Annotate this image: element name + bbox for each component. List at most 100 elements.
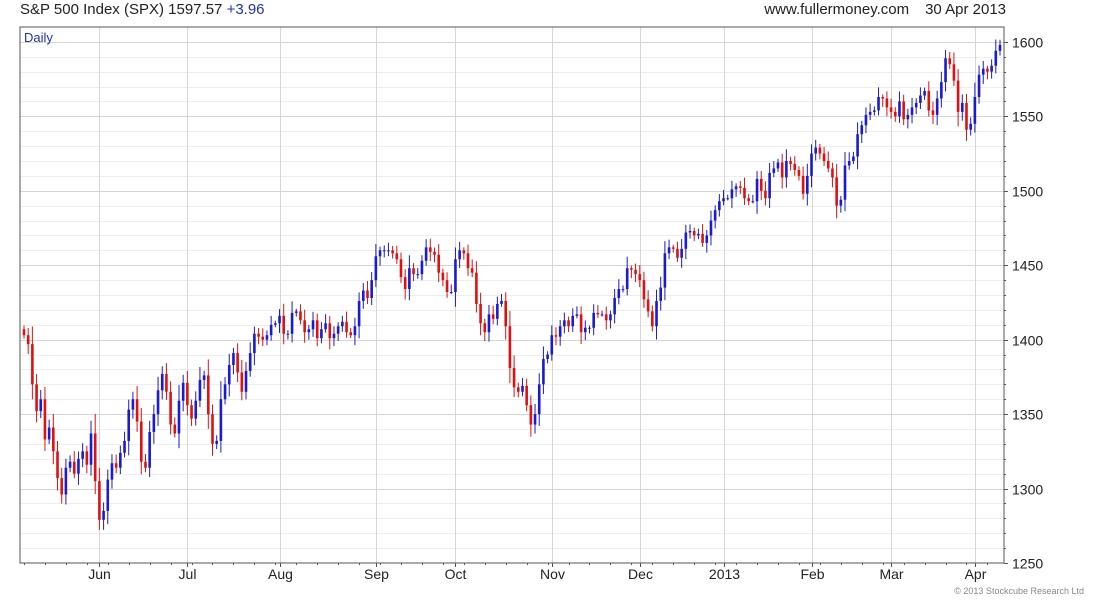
candle-body xyxy=(525,385,528,406)
candle xyxy=(651,305,654,332)
candle-body xyxy=(759,178,763,191)
candle xyxy=(165,363,168,400)
candle-body xyxy=(56,451,59,479)
candle xyxy=(282,303,286,345)
candle-body xyxy=(441,272,445,281)
candle xyxy=(990,59,993,79)
candle-body xyxy=(294,311,298,313)
candle-body xyxy=(780,162,784,178)
candle-body xyxy=(588,327,591,329)
candle xyxy=(152,404,156,444)
candle xyxy=(286,330,290,340)
candle xyxy=(873,106,876,116)
candle xyxy=(144,454,147,473)
candle xyxy=(85,445,89,474)
candle xyxy=(491,305,495,325)
candle-body xyxy=(806,175,809,194)
candle-body xyxy=(290,312,294,334)
x-tick-label: Apr xyxy=(965,566,987,582)
candle-body xyxy=(357,300,361,327)
candle-body xyxy=(814,147,817,154)
candle xyxy=(847,152,851,170)
candle-body xyxy=(638,274,642,281)
candle xyxy=(437,244,440,283)
candle-body xyxy=(730,189,734,199)
candle xyxy=(596,304,600,319)
candle-body xyxy=(207,375,210,415)
candle xyxy=(554,327,558,346)
candle-body xyxy=(299,311,302,321)
candle-body xyxy=(361,290,365,301)
candle-body xyxy=(889,107,893,112)
candle-body xyxy=(927,91,931,111)
candle-body xyxy=(563,320,566,327)
candle xyxy=(956,69,960,127)
candle xyxy=(881,94,885,107)
candle-body xyxy=(445,280,449,293)
y-tick-label: 1350 xyxy=(1012,407,1043,423)
candle-body xyxy=(382,250,386,252)
candle xyxy=(294,308,298,317)
candle xyxy=(361,283,365,309)
candle-body xyxy=(470,268,474,273)
candle-body xyxy=(973,96,977,124)
candle-body xyxy=(860,125,864,135)
candle-body xyxy=(948,58,952,65)
candle-body xyxy=(797,169,801,176)
candle-body xyxy=(98,481,101,520)
candle-body xyxy=(579,314,583,333)
candle xyxy=(479,292,482,336)
candle xyxy=(299,304,302,325)
candle-body xyxy=(72,461,76,474)
candle xyxy=(588,325,591,334)
candle xyxy=(345,311,348,338)
candle-body xyxy=(387,250,390,252)
candle-body xyxy=(286,333,290,335)
candle xyxy=(139,407,143,475)
x-tick-label: Aug xyxy=(268,566,293,582)
candle-body xyxy=(47,427,51,440)
candle xyxy=(885,91,889,117)
candle-body xyxy=(257,333,260,337)
candle xyxy=(324,314,327,333)
candle-body xyxy=(747,198,750,202)
candle-body xyxy=(898,101,901,117)
candle-body xyxy=(961,102,964,112)
candle-body xyxy=(550,335,554,355)
candle xyxy=(382,245,386,258)
candle-body xyxy=(236,353,239,373)
candle xyxy=(466,244,470,276)
candlestick-series xyxy=(22,39,1002,530)
candle-body xyxy=(940,82,943,99)
candle-body xyxy=(307,329,311,333)
candle xyxy=(135,386,139,432)
candle xyxy=(169,381,172,435)
candle xyxy=(592,304,595,336)
candle-body xyxy=(43,399,47,440)
candle-body xyxy=(935,98,939,115)
candle-body xyxy=(998,44,1002,51)
x-tick-label: Sep xyxy=(364,566,389,582)
candle-body xyxy=(826,161,830,169)
candle xyxy=(123,431,126,458)
candle-body xyxy=(801,175,805,194)
candle-body xyxy=(651,311,654,327)
candle-body xyxy=(31,344,34,385)
candle-body xyxy=(839,199,843,206)
candle-body xyxy=(655,300,658,327)
candle-body xyxy=(429,247,432,252)
candle xyxy=(575,306,579,319)
candle xyxy=(914,98,918,115)
candle-body xyxy=(374,256,378,281)
candle xyxy=(621,285,625,293)
candle-body xyxy=(584,327,587,333)
candle xyxy=(81,443,84,468)
candle-body xyxy=(39,399,43,412)
candle xyxy=(751,194,755,204)
x-tick-label: Jun xyxy=(88,566,111,582)
candle xyxy=(64,458,68,505)
candle-body xyxy=(328,323,332,339)
candle xyxy=(441,268,445,287)
candle-body xyxy=(479,303,482,324)
candle xyxy=(927,81,931,117)
